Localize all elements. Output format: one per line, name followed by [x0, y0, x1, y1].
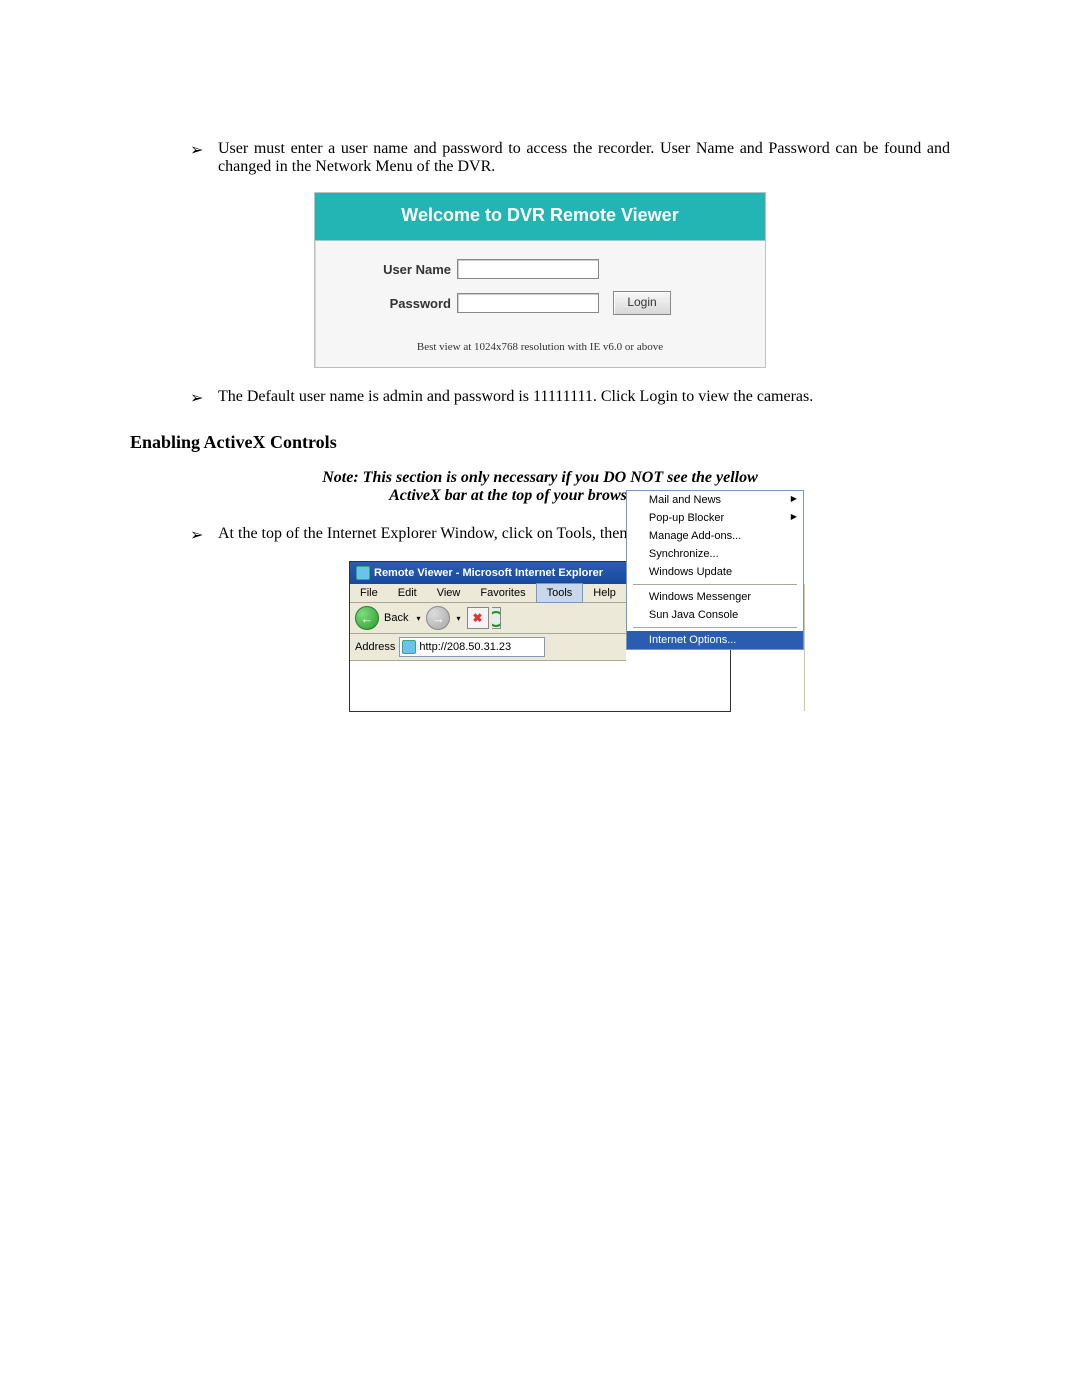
bullet-glyph: ➢ [190, 388, 218, 408]
bullet-glyph: ➢ [190, 140, 218, 176]
ie-address-bar: Address http://208.50.31.23 [350, 634, 626, 661]
login-button[interactable]: Login [613, 291, 671, 315]
forward-button[interactable]: → [426, 606, 450, 630]
tools-menu-dropdown: Mail and News Pop-up Blocker Manage Add-… [626, 490, 804, 650]
login-panel: Welcome to DVR Remote Viewer User Name P… [314, 192, 766, 368]
password-label: Password [345, 296, 457, 311]
menu-view[interactable]: View [427, 584, 471, 602]
menu-help[interactable]: Help [583, 584, 626, 602]
menu-separator [633, 627, 797, 628]
back-button[interactable]: ← [355, 606, 379, 630]
back-label: Back [382, 612, 410, 624]
ie-content-area [350, 661, 626, 711]
ie-window: Remote Viewer - Microsoft Internet Explo… [349, 561, 731, 712]
username-label: User Name [345, 262, 457, 277]
menu-sun-java-console[interactable]: Sun Java Console [627, 606, 803, 624]
username-input[interactable] [457, 259, 599, 279]
forward-dropdown-icon[interactable]: ▾ [453, 614, 463, 623]
x-icon: ✖ [472, 611, 482, 625]
ie-icon [356, 566, 370, 580]
menu-file[interactable]: File [350, 584, 388, 602]
menu-tools[interactable]: Tools [536, 583, 584, 603]
menu-separator [633, 584, 797, 585]
right-strip [804, 584, 805, 711]
login-footer: Best view at 1024x768 resolution with IE… [315, 331, 765, 367]
menu-favorites[interactable]: Favorites [470, 584, 535, 602]
paragraph: At the top of the Internet Explorer Wind… [218, 525, 950, 545]
refresh-button[interactable] [492, 607, 501, 629]
menu-windows-update[interactable]: Windows Update [627, 563, 803, 581]
paragraph: User must enter a user name and password… [218, 140, 950, 176]
address-label: Address [355, 641, 395, 653]
ie-menubar: File Edit View Favorites Tools Help [350, 584, 626, 603]
ie-page-icon [402, 640, 416, 654]
menu-windows-messenger[interactable]: Windows Messenger [627, 588, 803, 606]
address-input[interactable]: http://208.50.31.23 [399, 637, 545, 657]
password-input[interactable] [457, 293, 599, 313]
menu-internet-options[interactable]: Internet Options... [627, 631, 803, 649]
ie-toolbar: ← Back ▾ → ▾ ✖ [350, 603, 626, 634]
section-heading: Enabling ActiveX Controls [130, 432, 950, 453]
menu-popup-blocker[interactable]: Pop-up Blocker [627, 509, 803, 527]
back-dropdown-icon[interactable]: ▾ [413, 614, 423, 623]
ie-title-text: Remote Viewer - Microsoft Internet Explo… [374, 567, 603, 579]
menu-manage-addons[interactable]: Manage Add-ons... [627, 527, 803, 545]
stop-button[interactable]: ✖ [467, 607, 489, 629]
paragraph: The Default user name is admin and passw… [218, 388, 950, 408]
address-url: http://208.50.31.23 [419, 641, 511, 653]
bullet-glyph: ➢ [190, 525, 218, 545]
menu-synchronize[interactable]: Synchronize... [627, 545, 803, 563]
menu-edit[interactable]: Edit [388, 584, 427, 602]
menu-mail-and-news[interactable]: Mail and News [627, 491, 803, 509]
login-title: Welcome to DVR Remote Viewer [315, 193, 765, 241]
